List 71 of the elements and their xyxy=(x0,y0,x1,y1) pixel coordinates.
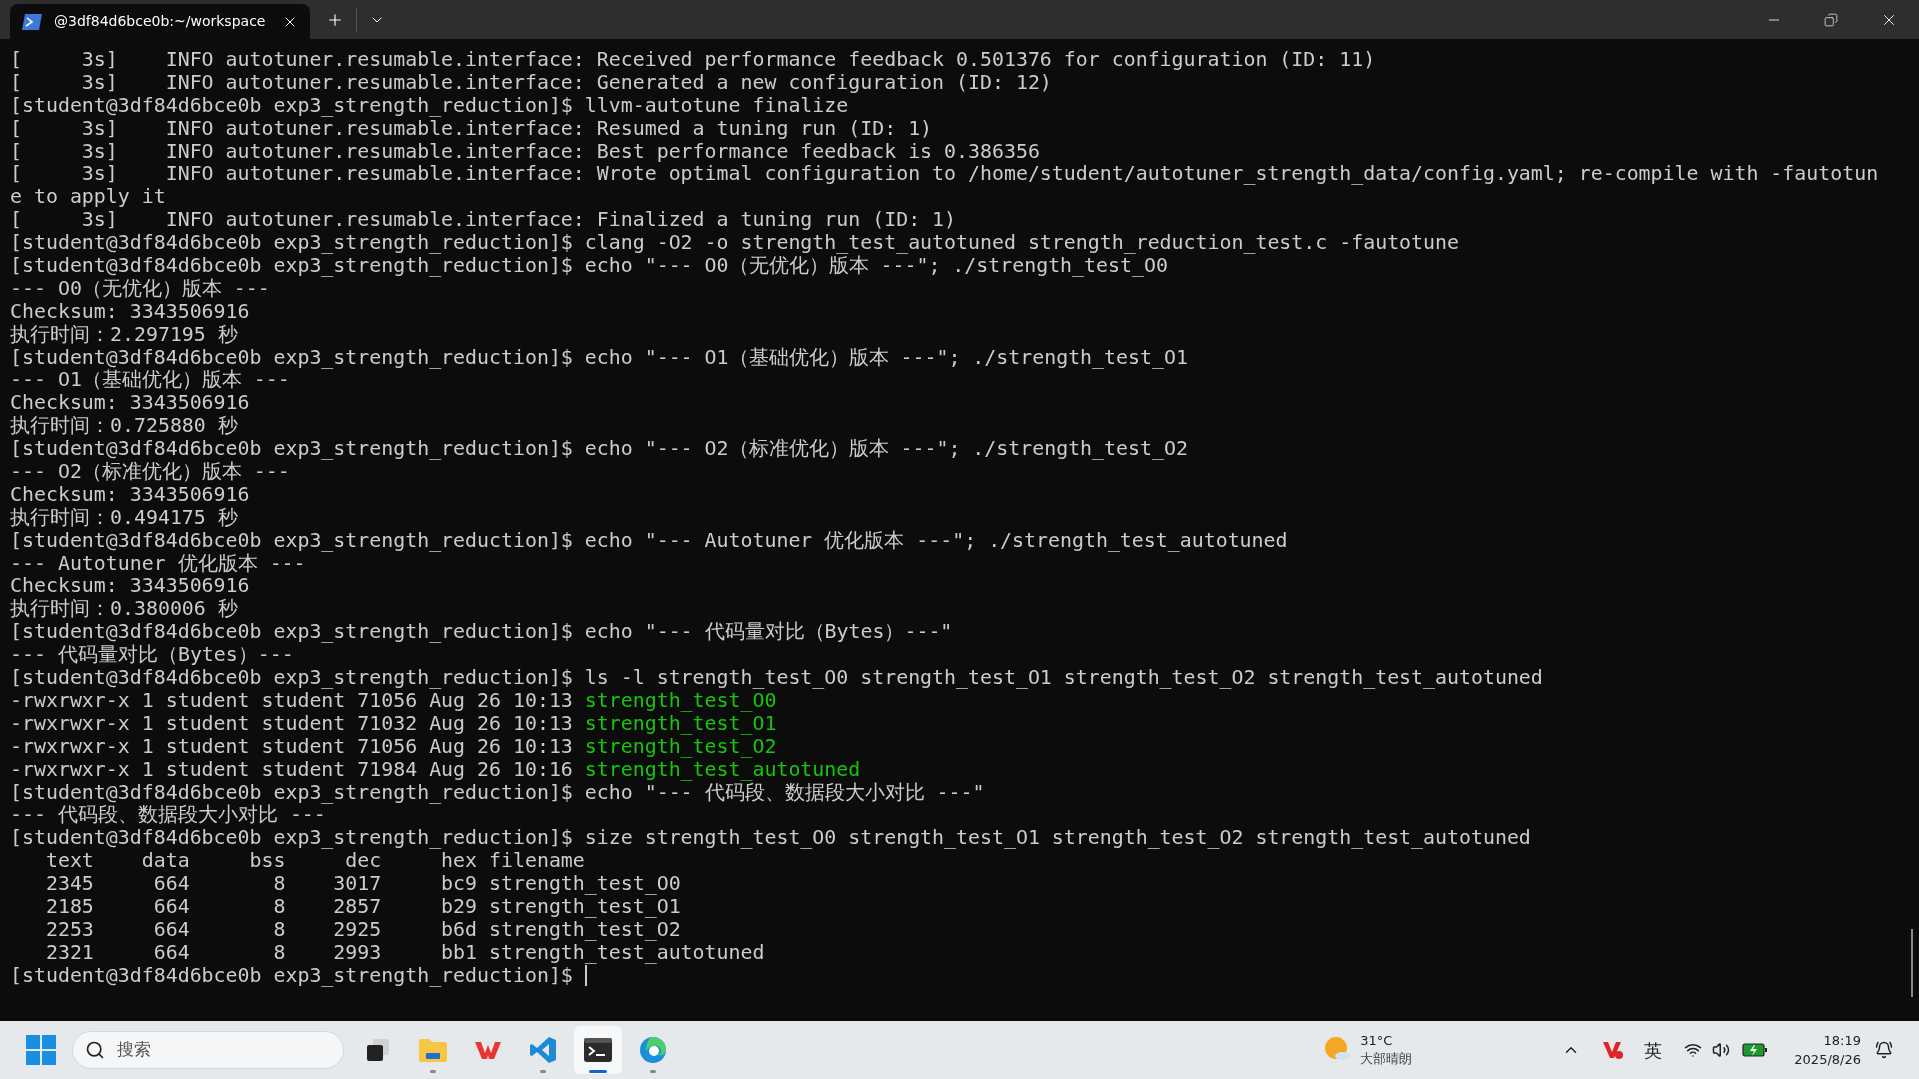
terminal-icon xyxy=(584,1038,612,1062)
terminal-line: text data bss dec hex filename xyxy=(44,850,585,874)
terminal-line: --- O1（基础优化）版本 --- xyxy=(10,369,290,393)
terminal-line: Checksum: 3343506916 xyxy=(10,392,250,415)
terminal-line: -rwxrwxr-x 1 student student 71984 Aug 26 10:16 xyxy=(10,758,574,782)
clock-time: 18:19 xyxy=(1823,1032,1861,1050)
search-placeholder: 搜索 xyxy=(117,1038,151,1062)
terminal-line: [ 3s] INFO autotuner.resumable.interface: Received performance feedback 0.501376 for configuration (ID: 11) xyxy=(10,49,1376,72)
clock-date: 2025/8/26 xyxy=(1794,1051,1861,1069)
file-name: strength_test_O0 xyxy=(584,689,777,713)
terminal-line: [student@3df84d6bce0b exp3_strength_reduction]$ echo "--- O1（基础优化）版本 ---"; ./strength_test_O1 xyxy=(10,346,1188,369)
terminal-line: -rwxrwxr-x 1 student student 71056 Aug 26 10:13 xyxy=(10,689,574,713)
terminal-line: [student@3df84d6bce0b exp3_strength_reduction]$ echo "--- 代码量对比（Bytes）---" xyxy=(10,621,953,644)
terminal-line: Checksum: 3343506916 xyxy=(10,575,250,598)
terminal-line: 执行时间：2.297195 秒 xyxy=(10,323,238,347)
speaker-icon[interactable] xyxy=(1712,1041,1731,1059)
terminal-line: --- O2（标准优化）版本 --- xyxy=(10,461,290,484)
search-icon xyxy=(85,1040,105,1060)
antivirus-icon[interactable] xyxy=(1602,1040,1625,1060)
start-icon[interactable] xyxy=(26,1035,56,1065)
terminal-line: 2185 664 8 2857 b29 strength_test_O1 xyxy=(44,895,681,919)
code-editor-icon xyxy=(529,1036,557,1064)
browser-icon xyxy=(638,1035,668,1065)
battery-icon[interactable] xyxy=(1742,1042,1769,1058)
terminal-line: 执行时间：0.380006 秒 xyxy=(10,598,238,622)
terminal-line: 2253 664 8 2925 b6d strength_test_O2 xyxy=(44,918,681,942)
terminal-line: [student@3df84d6bce0b exp3_strength_reduction]$ echo "--- Autotuner 优化版本 ---"; ./strength_test_autotuned xyxy=(10,529,1288,553)
terminal-line: [ 3s] INFO autotuner.resumable.interface: Best performance feedback is 0.386356 xyxy=(10,140,1040,164)
terminal-line: Checksum: 3343506916 xyxy=(10,300,250,324)
terminal-line: [ 3s] INFO autotuner.resumable.interface: Finalized a tuning run (ID: 1) xyxy=(10,209,957,233)
task-view-icon xyxy=(364,1036,392,1064)
terminal-line: [student@3df84d6bce0b exp3_strength_reduction]$ echo "--- O0（无优化）版本 ---"; ./strength_test_O0 xyxy=(10,255,1168,278)
new-tab-icon[interactable] xyxy=(326,11,344,29)
terminal-line: Checksum: 3343506916 xyxy=(10,483,250,507)
terminal-line: [student@3df84d6bce0b exp3_strength_reduction]$ echo "--- 代码段、数据段大小对比 ---" xyxy=(10,781,985,804)
taskbar-app[interactable] xyxy=(574,1026,622,1074)
terminal-line: --- 代码段、数据段大小对比 --- xyxy=(10,804,326,828)
input-method-indicator[interactable]: 英 xyxy=(1644,1036,1663,1064)
terminal-line: [student@3df84d6bce0b exp3_strength_reduction]$ xyxy=(10,964,573,988)
terminal-line: 2345 664 8 3017 bc9 strength_test_O0 xyxy=(44,873,681,896)
terminal-line: --- O0（无优化）版本 --- xyxy=(10,277,270,301)
terminal-line: [student@3df84d6bce0b exp3_strength_reduction]$ echo "--- O2（标准优化）版本 ---"; ./strength_test_O2 xyxy=(10,438,1188,461)
terminal-line: 执行时间：0.725880 秒 xyxy=(10,415,238,439)
file-name: strength_test_O1 xyxy=(584,712,777,736)
file-name: strength_test_O2 xyxy=(584,735,777,759)
file-name: strength_test_autotuned xyxy=(584,758,861,782)
restore-icon[interactable] xyxy=(1824,12,1838,27)
terminal-line: [student@3df84d6bce0b exp3_strength_reduction]$ size strength_test_O0 strength_test_O1 strength_test_O2 strength_test_autotuned xyxy=(10,827,1531,851)
terminal-line: [ 3s] INFO autotuner.resumable.interface: Resumed a tuning run (ID: 1) xyxy=(10,117,933,141)
search-field[interactable]: 搜索 xyxy=(72,1031,344,1069)
terminal-line: [ 3s] INFO autotuner.resumable.interface: Wrote optimal configuration to /home/student/autotuner_strength_data/config.yaml; re-compile with -fautotun xyxy=(10,163,1879,187)
terminal-line: [student@3df84d6bce0b exp3_strength_reduction]$ clang -O2 -o strength_test_autotuned strength_reduction_test.c -fautotune xyxy=(10,232,1459,255)
terminal-line: [ 3s] INFO autotuner.resumable.interface: Generated a new configuration (ID: 12) xyxy=(10,71,1052,95)
terminal-line: [student@3df84d6bce0b exp3_strength_reduction]$ llvm-autotune finalize xyxy=(10,94,849,118)
terminal-line: --- Autotuner 优化版本 --- xyxy=(10,552,306,576)
weather-condition: 大部晴朗 xyxy=(1360,1050,1413,1068)
tab-title: @3df84d6bce0b:~/workspace xyxy=(54,12,266,31)
powershell-icon xyxy=(22,13,42,30)
scrollbar-thumb[interactable] xyxy=(1911,929,1913,997)
wifi-icon[interactable] xyxy=(1684,1041,1703,1059)
terminal-line: 2321 664 8 2993 bb1 strength_test_autotuned xyxy=(44,941,765,965)
temperature: 31°C xyxy=(1360,1032,1394,1050)
terminal-line: 执行时间：0.494175 秒 xyxy=(10,506,238,530)
folder-icon xyxy=(418,1037,448,1063)
terminal-line: e to apply it xyxy=(10,186,166,210)
terminal-line: -rwxrwxr-x 1 student student 71056 Aug 26 10:13 xyxy=(10,735,574,759)
notification-icon[interactable] xyxy=(1875,1041,1893,1059)
terminal-line: -rwxrwxr-x 1 student student 71032 Aug 26 10:13 xyxy=(10,712,574,736)
terminal-line: --- 代码量对比（Bytes）--- xyxy=(10,644,294,668)
terminal-tab[interactable]: @3df84d6bce0b:~/workspace xyxy=(10,4,310,39)
terminal-line: [student@3df84d6bce0b exp3_strength_reduction]$ ls -l strength_test_O0 strength_test_O1 strength_test_O2 strength_test_autotuned xyxy=(10,667,1543,690)
